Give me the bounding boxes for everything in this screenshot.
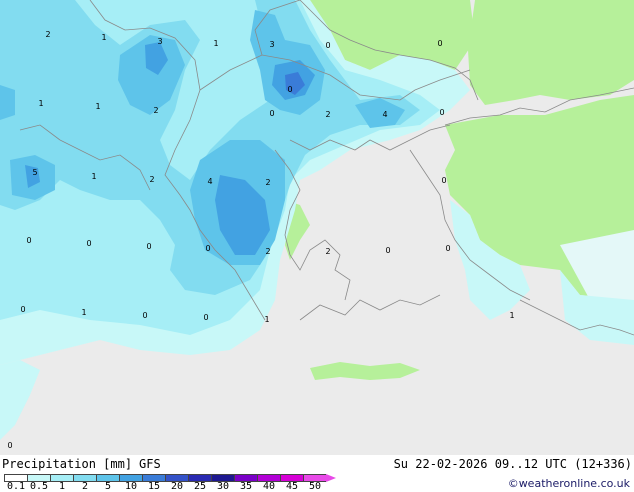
- color-scale-tick-label: 0.1: [6, 481, 26, 492]
- map-label: 4: [207, 177, 212, 186]
- map-label: 0: [142, 311, 147, 320]
- map-label: 1: [91, 172, 96, 181]
- map-label: 0: [439, 108, 444, 117]
- valid-time-label: Su 22-02-2026 09..12 UTC (12+336): [393, 457, 632, 471]
- precip-high-6: [0, 85, 15, 120]
- map-label: 1: [213, 39, 218, 48]
- map-label: 0: [86, 239, 91, 248]
- color-scale-tick-label: 40: [262, 481, 276, 492]
- map-label: 3: [269, 40, 274, 49]
- map-label: 3: [157, 37, 162, 46]
- credit-text: ©weatheronline.co.uk: [507, 477, 630, 490]
- map-label: 2: [153, 106, 158, 115]
- map-label: 2: [45, 30, 50, 39]
- color-scale-tick-label: 5: [104, 481, 112, 492]
- map-label: 0: [203, 313, 208, 322]
- map-label: 0: [26, 236, 31, 245]
- color-scale-tick-label: 1: [58, 481, 66, 492]
- map-label: 1: [38, 99, 43, 108]
- map-label: 1: [81, 308, 86, 317]
- color-scale-tick-label: 25: [193, 481, 207, 492]
- color-scale-tick-label: 30: [216, 481, 230, 492]
- land-green-black-sea-coast: [468, 0, 634, 105]
- map-label: 5: [32, 168, 37, 177]
- map-label: 2: [265, 178, 270, 187]
- color-scale-tick-label: 20: [170, 481, 184, 492]
- map-label: 1: [95, 102, 100, 111]
- map-label: 0: [7, 441, 12, 450]
- map-label: 2: [325, 110, 330, 119]
- map-label: 0: [269, 109, 274, 118]
- map-label: 0: [205, 244, 210, 253]
- color-scale-tick-label: 0.5: [29, 481, 49, 492]
- map-label: 0: [146, 242, 151, 251]
- variable-label: Precipitation [mm]: [2, 457, 133, 471]
- map-label: 4: [382, 110, 387, 119]
- map-label: 0: [385, 246, 390, 255]
- map-label: 0: [441, 176, 446, 185]
- map-label: 1: [101, 33, 106, 42]
- model-label: GFS: [139, 457, 161, 471]
- color-scale-tick-label: 35: [239, 481, 253, 492]
- color-scale-tick-label: 50: [308, 481, 322, 492]
- map-label: 2: [265, 247, 270, 256]
- color-scale-tick-label: 10: [124, 481, 138, 492]
- color-scale-tick-label: 45: [285, 481, 299, 492]
- precipitation-map: 2 1 3 1 3 0 0 1 1 2 0 2 4 0 5 1 2 4 2 0 …: [0, 0, 634, 455]
- map-label: 0: [437, 39, 442, 48]
- map-label: 1: [509, 311, 514, 320]
- map-viewer: 2 1 3 1 3 0 0 1 1 2 0 2 4 0 5 1 2 4 2 0 …: [0, 0, 634, 492]
- color-scale-tick-label: 15: [147, 481, 161, 492]
- map-label: 0: [325, 41, 330, 50]
- map-label: 0: [287, 85, 292, 94]
- map-label: 2: [149, 175, 154, 184]
- map-label: 2: [325, 247, 330, 256]
- color-scale-tick-label: 2: [81, 481, 89, 492]
- map-label: 0: [20, 305, 25, 314]
- map-label: 1: [264, 315, 269, 324]
- map-label: 0: [445, 244, 450, 253]
